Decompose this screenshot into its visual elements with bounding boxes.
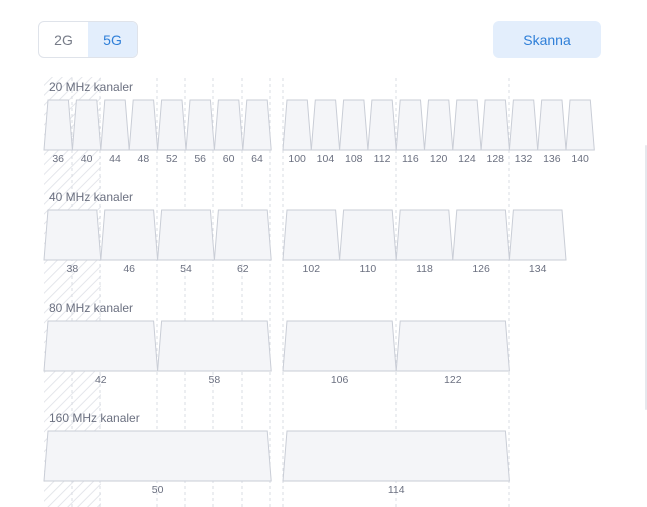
channel-48[interactable] (128, 99, 159, 151)
channel-106[interactable] (282, 320, 397, 372)
channel-number: 56 (194, 153, 206, 165)
channel-110[interactable] (339, 209, 397, 261)
channel-60[interactable] (213, 99, 244, 151)
channel-134[interactable] (508, 209, 567, 261)
channel-number: 48 (138, 153, 150, 165)
channel-number: 62 (237, 263, 249, 275)
channel-112[interactable] (367, 99, 397, 151)
channel-number: 136 (543, 153, 561, 165)
channel-number: 40 (81, 153, 93, 165)
channel-number: 116 (402, 153, 419, 165)
channel-number: 118 (416, 263, 433, 275)
channel-64[interactable] (242, 99, 272, 151)
channel-44[interactable] (100, 99, 130, 151)
channel-number: 100 (288, 153, 306, 165)
channel-52[interactable] (157, 99, 187, 151)
channel-number: 104 (317, 153, 335, 165)
channel-number: 108 (345, 153, 363, 165)
channel-number: 128 (486, 153, 504, 165)
channel-number: 42 (95, 374, 107, 386)
channel-number: 106 (331, 374, 349, 386)
channel-124[interactable] (452, 99, 482, 151)
channel-108[interactable] (339, 99, 369, 151)
channel-number: 102 (303, 263, 321, 275)
channel-58[interactable] (157, 320, 272, 372)
channel-number: 134 (529, 263, 547, 275)
channel-54[interactable] (157, 209, 215, 261)
channel-number: 124 (458, 153, 476, 165)
channel-number: 112 (374, 153, 391, 165)
channel-number: 60 (223, 153, 235, 165)
channel-116[interactable] (395, 99, 426, 151)
channel-40[interactable] (71, 99, 102, 151)
channel-36[interactable] (43, 99, 73, 151)
channel-42[interactable] (43, 320, 159, 372)
channel-140[interactable] (565, 99, 595, 151)
channel-number: 122 (444, 374, 462, 386)
channel-number: 54 (180, 263, 192, 275)
channel-number: 36 (52, 153, 64, 165)
channel-38[interactable] (43, 209, 102, 261)
channel-50[interactable] (43, 430, 272, 482)
channel-number: 126 (472, 263, 490, 275)
channel-number: 110 (360, 263, 377, 275)
row-label: 40 MHz kanaler (49, 190, 133, 204)
channel-number: 44 (109, 153, 121, 165)
row-label: 160 MHz kanaler (49, 411, 140, 425)
channel-56[interactable] (185, 99, 215, 151)
channel-number: 52 (166, 153, 178, 165)
channel-100[interactable] (282, 99, 312, 151)
channel-104[interactable] (310, 99, 341, 151)
channel-number: 120 (430, 153, 448, 165)
channel-128[interactable] (480, 99, 510, 151)
channel-number: 64 (251, 153, 263, 165)
channel-46[interactable] (100, 209, 159, 261)
channel-132[interactable] (508, 99, 539, 151)
channel-114[interactable] (282, 430, 510, 482)
channel-102[interactable] (282, 209, 341, 261)
channel-number: 46 (123, 263, 135, 275)
row-label: 80 MHz kanaler (49, 301, 133, 315)
channel-number: 50 (152, 484, 164, 496)
row-label: 20 MHz kanaler (49, 80, 133, 94)
channel-number: 140 (571, 153, 589, 165)
channel-rows: 20 MHz kanaler 36 40 44 48 52 56 60 64 100 104 108 1… (43, 80, 595, 496)
channel-number: 114 (388, 484, 405, 496)
channel-136[interactable] (537, 99, 567, 151)
channel-118[interactable] (395, 209, 454, 261)
channel-number: 132 (515, 153, 533, 165)
channel-number: 38 (67, 263, 79, 275)
channel-126[interactable] (452, 209, 510, 261)
channel-map: 20 MHz kanaler 36 40 44 48 52 56 60 64 100 104 108 1… (43, 77, 595, 507)
channel-62[interactable] (213, 209, 272, 261)
channel-number: 58 (209, 374, 221, 386)
channel-120[interactable] (423, 99, 454, 151)
channel-122[interactable] (395, 320, 510, 372)
